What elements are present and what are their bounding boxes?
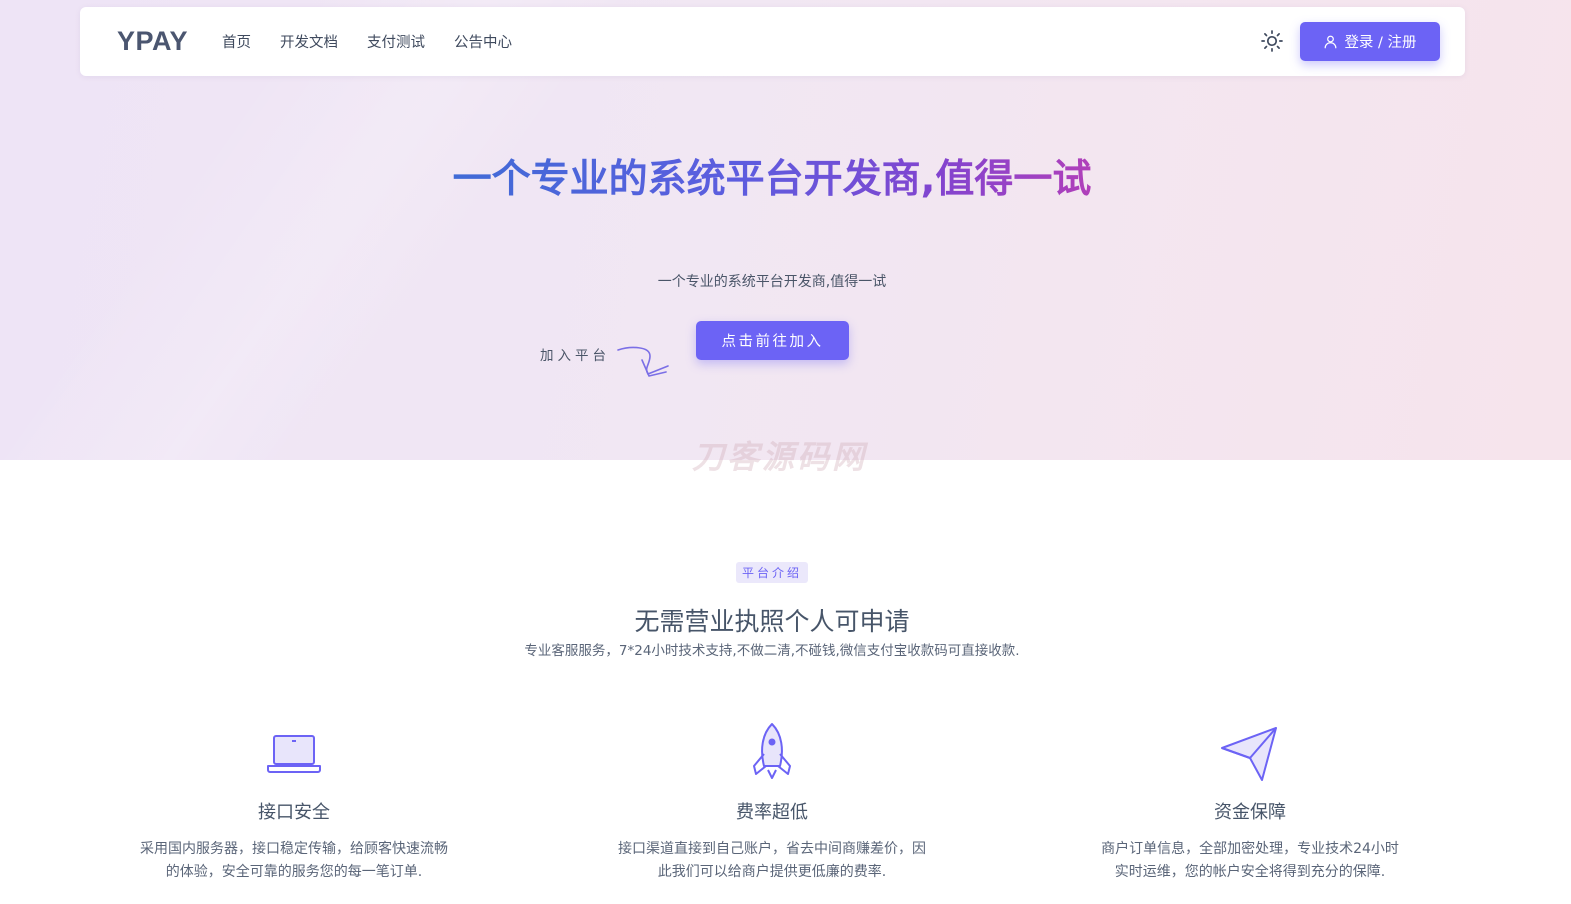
feature-desc: 采用国内服务器，接口稳定传输，给顾客快速流畅的体验，安全可靠的服务您的每一笔订单… — [140, 841, 448, 880]
send-icon — [1221, 727, 1277, 781]
platform-intro-badge: 平台介绍 — [736, 562, 808, 583]
curved-arrow-icon — [617, 346, 669, 377]
login-register-label: 登录 / 注册 — [1344, 35, 1417, 51]
feature-card-api-security: 接口安全 采用国内服务器，接口稳定传输，给顾客快速流畅的体验，安全可靠的服务您的… — [134, 720, 454, 884]
feature-title: 接口安全 — [258, 802, 330, 823]
intro-subtitle: 专业客服服务，7*24小时技术支持,不做二清,不碰钱,微信支付宝收款码可直接收款… — [524, 643, 1020, 659]
user-icon — [1325, 35, 1337, 49]
intro-title: 无需营业执照个人可申请 — [634, 607, 910, 636]
join-now-button[interactable]: 点击前往加入 — [696, 321, 849, 360]
laptop-icon — [267, 735, 321, 773]
login-register-button[interactable]: 登录 / 注册 — [1300, 22, 1440, 61]
nav-link-home[interactable]: 首页 — [222, 31, 251, 52]
feature-desc: 商户订单信息，全部加密处理，专业技术24小时实时运维，您的帐户安全将得到充分的保… — [1101, 841, 1399, 880]
feature-desc: 接口渠道直接到自己账户，省去中间商赚差价，因此我们可以给商户提供更低廉的费率. — [618, 841, 926, 880]
nav-link-docs[interactable]: 开发文档 — [280, 31, 338, 52]
rocket-icon — [753, 723, 791, 779]
hero-section: YPAY 首页 开发文档 支付测试 公告中心 登录 / 注册 一个专业的系统平台… — [0, 0, 1571, 460]
site-logo[interactable]: YPAY — [117, 26, 188, 57]
nav-links: 首页 开发文档 支付测试 公告中心 — [222, 31, 541, 52]
feature-title: 费率超低 — [736, 802, 808, 823]
top-navbar: YPAY 首页 开发文档 支付测试 公告中心 登录 / 注册 — [80, 7, 1465, 76]
sun-icon[interactable] — [1260, 29, 1284, 53]
feature-card-low-rate: 费率超低 接口渠道直接到自己账户，省去中间商赚差价，因此我们可以给商户提供更低廉… — [612, 720, 932, 884]
watermark-text: 刀客源码网 — [692, 438, 868, 476]
feature-card-fund-security: 资金保障 商户订单信息，全部加密处理，专业技术24小时实时运维，您的帐户安全将得… — [1090, 720, 1410, 884]
nav-link-pay-test[interactable]: 支付测试 — [367, 31, 425, 52]
hero-title: 一个专业的系统平台开发商,值得一试 — [440, 156, 1104, 203]
hero-subtitle: 一个专业的系统平台开发商,值得一试 — [657, 274, 887, 290]
nav-link-notices[interactable]: 公告中心 — [454, 31, 512, 52]
feature-title: 资金保障 — [1214, 802, 1286, 823]
join-label: 加入平台 — [540, 348, 610, 364]
